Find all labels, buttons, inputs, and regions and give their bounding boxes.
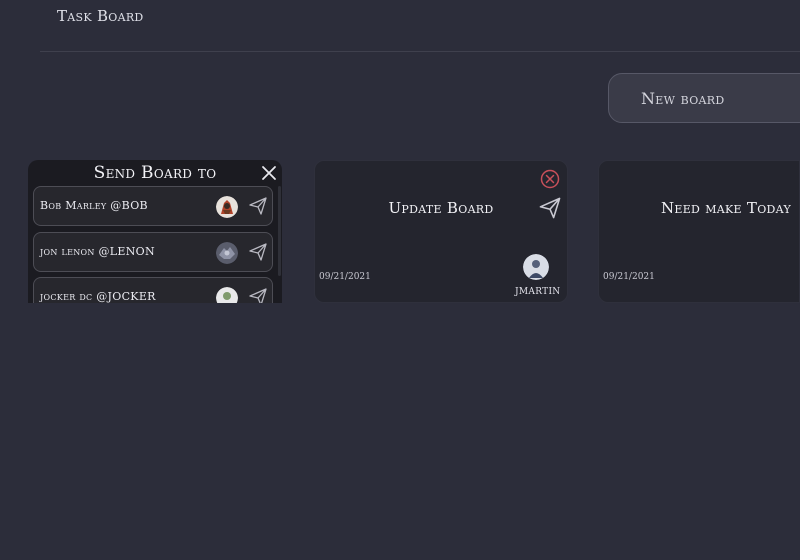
avatar [523, 254, 549, 280]
page-title: Task Board [57, 7, 144, 25]
recipient-item-bob[interactable]: Bob Marley @BOB [33, 186, 273, 226]
new-board-button[interactable]: New board [608, 73, 800, 123]
send-board-panel: Send Board to Bob Marley @BOB jon lenon … [28, 160, 282, 303]
delete-icon[interactable] [540, 169, 560, 189]
board-user: JMARTIN [515, 287, 561, 297]
send-icon[interactable] [538, 196, 562, 220]
board-card-need-make-today[interactable]: Need make Today 09/21/2021 [598, 160, 800, 303]
avatar [216, 287, 238, 303]
send-panel-title: Send Board to [93, 163, 217, 183]
board-date: 09/21/2021 [319, 272, 371, 282]
send-icon[interactable] [248, 196, 268, 216]
send-icon[interactable] [248, 287, 268, 303]
recipient-item-lenon[interactable]: jon lenon @LENON [33, 232, 273, 272]
board-title: Need make Today [660, 199, 792, 217]
board-card-update-board[interactable]: Update Board 09/21/2021 JMARTIN [314, 160, 568, 303]
panel-scrollbar[interactable] [278, 186, 281, 276]
recipient-name: jon lenon @LENON [40, 245, 155, 258]
app-header: Task Board [40, 0, 800, 52]
avatar [216, 242, 238, 264]
send-icon[interactable] [248, 242, 268, 262]
close-icon[interactable] [260, 164, 278, 182]
board-title: Update Board [388, 199, 494, 217]
avatar [216, 196, 238, 218]
recipient-name: Bob Marley @BOB [40, 199, 148, 212]
board-date: 09/21/2021 [603, 272, 655, 282]
recipient-item-jocker[interactable]: jocker dc @JOCKER [33, 277, 273, 303]
recipient-name: jocker dc @JOCKER [40, 290, 156, 303]
